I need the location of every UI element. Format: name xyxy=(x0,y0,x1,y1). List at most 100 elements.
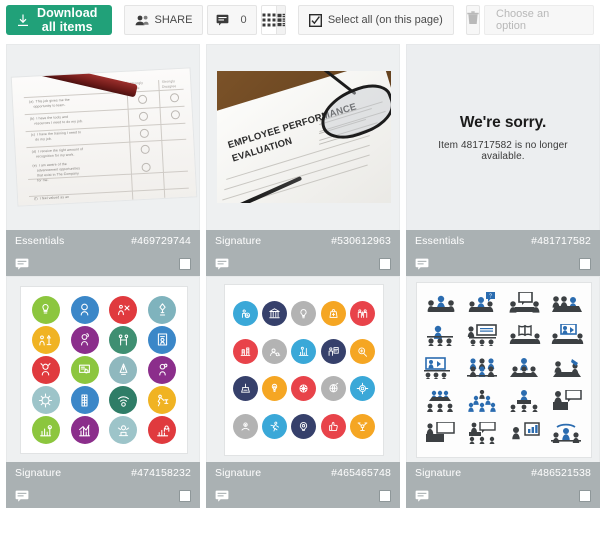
meeting-pictogram xyxy=(546,387,587,419)
icon-circle xyxy=(231,371,259,408)
meeting-pictogram xyxy=(505,289,546,321)
icon-sheet-3: ? xyxy=(417,283,591,457)
icon-circle xyxy=(349,295,377,332)
icon-circle xyxy=(27,386,65,415)
icon-circle xyxy=(349,371,377,408)
item-thumbnail[interactable]: ? xyxy=(406,276,600,462)
item-thumbnail[interactable] xyxy=(6,276,200,462)
meeting-pictogram xyxy=(463,387,504,419)
icon-circle xyxy=(66,416,104,445)
icon-circle xyxy=(260,408,288,445)
grid-item: We're sorry. Item 481717582 is no longer… xyxy=(406,44,600,276)
icon-sheet-2 xyxy=(225,285,383,455)
item-meta-top: Signature #486521538 xyxy=(406,462,600,484)
grid-view-icon[interactable] xyxy=(261,6,276,34)
icon-circle xyxy=(260,295,288,332)
item-type: Signature xyxy=(215,466,262,479)
photo-survey-form-with-red-pen: (a) This job gives me the opportunity to… xyxy=(7,45,199,230)
comment-icon[interactable] xyxy=(415,258,429,270)
comment-icon[interactable] xyxy=(15,490,29,502)
meeting-pictogram xyxy=(421,289,462,321)
item-type: Signature xyxy=(215,234,262,247)
icon-circle xyxy=(231,408,259,445)
icon-sheet-1 xyxy=(21,287,187,453)
comment-icon xyxy=(216,14,229,26)
item-meta-bottom xyxy=(206,484,400,508)
download-icon xyxy=(17,14,29,27)
meeting-pictogram: ? xyxy=(463,289,504,321)
icon-circle xyxy=(27,416,65,445)
comment-icon[interactable] xyxy=(15,258,29,270)
item-id: #486521538 xyxy=(531,466,591,479)
icon-circle xyxy=(290,333,318,370)
icon-circle xyxy=(319,371,347,408)
select-checkbox[interactable] xyxy=(579,490,591,503)
option-select-label: Choose an option xyxy=(496,8,550,32)
download-all-label: Download all items xyxy=(37,6,98,34)
item-meta: Essentials #469729744 xyxy=(6,230,200,276)
icon-circle xyxy=(290,371,318,408)
select-checkbox[interactable] xyxy=(379,258,391,271)
item-thumbnail-unavailable: We're sorry. Item 481717582 is no longer… xyxy=(406,44,600,230)
select-checkbox[interactable] xyxy=(579,258,591,271)
icon-circle xyxy=(27,355,65,384)
delete-button[interactable] xyxy=(465,5,480,35)
select-all-button[interactable]: Select all (on this page) xyxy=(297,5,454,35)
grid-item: Signature #474158232 xyxy=(6,276,200,508)
icon-circle xyxy=(143,295,181,324)
comment-icon[interactable] xyxy=(215,258,229,270)
meeting-pictogram xyxy=(546,322,587,354)
icon-circle xyxy=(143,355,181,384)
icon-circle xyxy=(66,295,104,324)
icon-circle xyxy=(105,416,143,445)
option-select[interactable]: Choose an option xyxy=(484,5,594,35)
item-meta-top: Essentials #469729744 xyxy=(6,230,200,252)
list-view-icon[interactable] xyxy=(275,6,285,34)
item-meta-bottom xyxy=(6,252,200,276)
item-thumbnail[interactable] xyxy=(206,276,400,462)
icon-circle xyxy=(105,386,143,415)
item-meta-bottom xyxy=(6,484,200,508)
item-thumbnail[interactable]: (a) This job gives me the opportunity to… xyxy=(6,44,200,230)
photo-employee-performance-evaluation: EMPLOYEE PERFORMANCE EVALUATION xyxy=(207,45,399,230)
icon-circle xyxy=(231,333,259,370)
share-button[interactable]: SHARE xyxy=(123,5,204,35)
item-type: Signature xyxy=(15,466,62,479)
select-checkbox[interactable] xyxy=(379,490,391,503)
select-checkbox[interactable] xyxy=(179,258,191,271)
select-checkbox[interactable] xyxy=(179,490,191,503)
item-id: #465465748 xyxy=(331,466,391,479)
icon-circle xyxy=(290,408,318,445)
icon-sheet-flat-circles-business xyxy=(207,277,399,462)
share-label: SHARE xyxy=(154,14,193,26)
icon-circle xyxy=(260,371,288,408)
view-mode-toggle xyxy=(260,5,286,35)
comments-button[interactable]: 0 xyxy=(207,5,257,35)
item-meta-top: Signature #530612963 xyxy=(206,230,400,252)
download-all-button[interactable]: Download all items xyxy=(6,5,112,35)
icon-circle xyxy=(105,355,143,384)
comment-icon[interactable] xyxy=(215,490,229,502)
icon-circle xyxy=(349,408,377,445)
toolbar: Download all items SHARE 0 Select all (o… xyxy=(0,0,600,44)
comment-icon[interactable] xyxy=(415,490,429,502)
meeting-pictogram xyxy=(505,322,546,354)
icon-circle xyxy=(27,295,65,324)
item-meta: Signature #530612963 xyxy=(206,230,400,276)
item-id: #530612963 xyxy=(331,234,391,247)
svg-text:?: ? xyxy=(489,293,492,299)
error-title: We're sorry. xyxy=(459,113,547,131)
item-meta-bottom xyxy=(406,484,600,508)
icon-circle xyxy=(319,408,347,445)
checkbox-checked-icon xyxy=(308,13,322,27)
trash-icon xyxy=(467,10,479,30)
icon-circle xyxy=(260,333,288,370)
item-thumbnail[interactable]: EMPLOYEE PERFORMANCE EVALUATION xyxy=(206,44,400,230)
grid-item: Signature #465465748 xyxy=(206,276,400,508)
item-type: Essentials xyxy=(15,234,65,247)
meeting-pictogram xyxy=(546,419,587,451)
meeting-pictogram xyxy=(505,419,546,451)
people-icon xyxy=(135,15,149,26)
meeting-pictogram xyxy=(546,289,587,321)
icon-circle xyxy=(66,325,104,354)
